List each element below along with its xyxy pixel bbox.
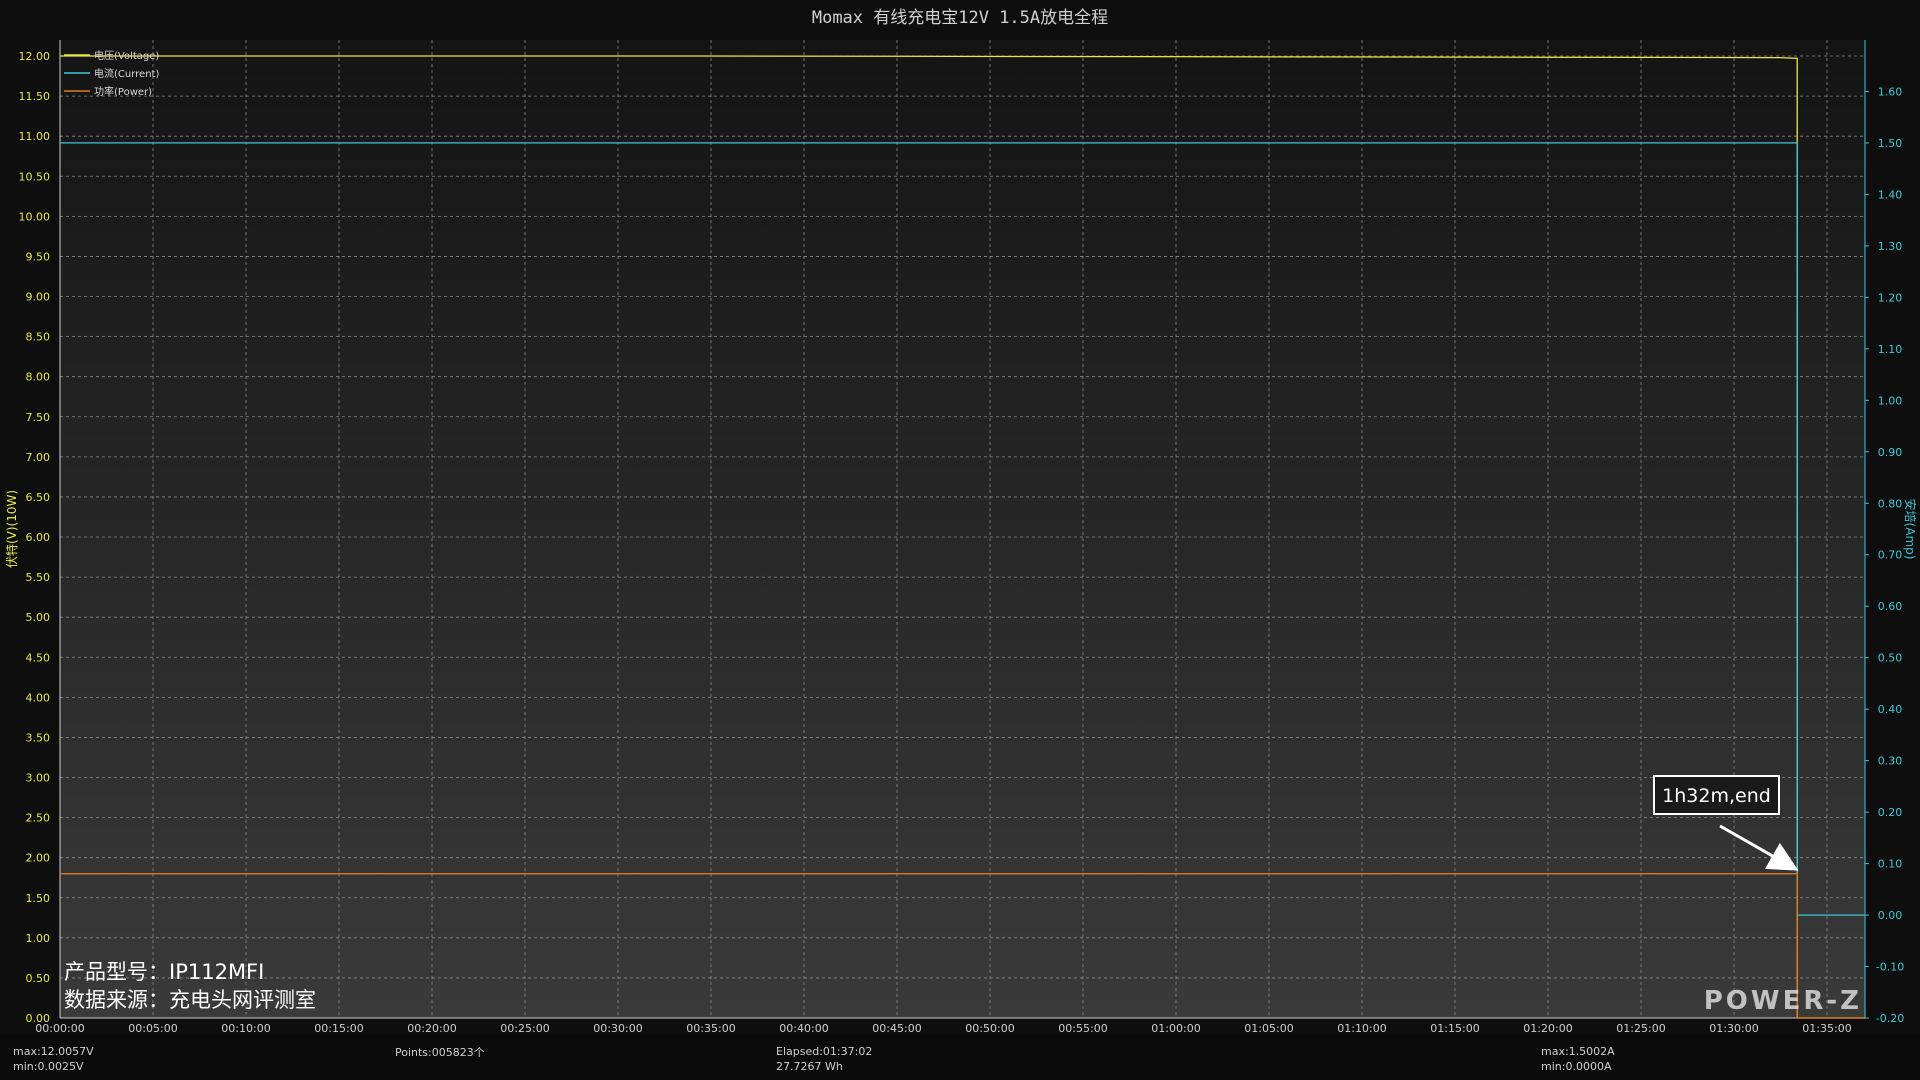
y-tick-label-left: 4.50 [26, 651, 51, 664]
legend-label: 功率(Power) [94, 85, 152, 98]
y-tick-label-right: 1.40 [1878, 188, 1903, 201]
plot-background [60, 40, 1865, 1018]
y-tick-label-left: 3.50 [26, 731, 51, 744]
right-axis-label: 安培(Amp) [1903, 499, 1918, 560]
y-tick-label-right: 1.10 [1878, 343, 1903, 356]
y-tick-label-right: 0.30 [1878, 755, 1903, 768]
points-count: Points:005823个 [395, 1046, 485, 1059]
y-tick-label-left: 9.50 [26, 250, 51, 263]
chart-svg: Momax 有线充电宝12V 1.5A放电全程 00:00:00 00:05:00… [4, 8, 1918, 1035]
y-tick-label-right: 0.50 [1878, 652, 1903, 665]
y-tick-label-left: 9.00 [26, 291, 51, 304]
y-tick-label-left: 1.00 [26, 932, 51, 945]
x-tick-label: 01:10:00 [1337, 1022, 1386, 1035]
voltage-max: max:12.0057V [13, 1045, 94, 1058]
y-tick-label-right: -0.10 [1876, 961, 1904, 974]
y-tick-label-left: 11.00 [19, 130, 51, 143]
y-tick-label-left: 7.50 [26, 411, 51, 424]
x-tick-label: 00:50:00 [965, 1022, 1014, 1035]
y-tick-label-right: 1.30 [1878, 240, 1903, 253]
x-tick-label: 00:15:00 [314, 1022, 363, 1035]
y-tick-label-right: 0.90 [1878, 446, 1903, 459]
y-tick-label-right: 0.60 [1878, 600, 1903, 613]
y-tick-label-left: 6.00 [26, 531, 51, 544]
data-source: 数据来源：充电头网评测室 [64, 988, 316, 1012]
x-tick-label: 00:25:00 [500, 1022, 549, 1035]
y-tick-label-left: 1.50 [26, 892, 51, 905]
y-tick-label-left: 10.50 [19, 170, 51, 183]
x-tick-label: 00:05:00 [128, 1022, 177, 1035]
x-tick-label: 01:15:00 [1430, 1022, 1479, 1035]
y-tick-label-right: 0.20 [1878, 806, 1903, 819]
product-model: 产品型号：IP112MFI [64, 960, 265, 984]
chart-title: Momax 有线充电宝12V 1.5A放电全程 [812, 8, 1108, 28]
y-tick-label-left: 7.00 [26, 451, 51, 464]
x-tick-label: 00:20:00 [407, 1022, 456, 1035]
y-tick-label-left: 8.50 [26, 331, 51, 344]
y-tick-label-right: 1.50 [1878, 137, 1903, 150]
legend-label: 电压(Voltage) [94, 49, 159, 62]
current-min: min:0.0000A [1541, 1060, 1612, 1073]
y-tick-label-left: 3.00 [26, 772, 51, 785]
y-tick-label-right: 1.00 [1878, 394, 1903, 407]
brand-logo: POWER-Z [1703, 986, 1862, 1016]
elapsed-time: Elapsed:01:37:02 [776, 1045, 873, 1058]
y-tick-label-left: 4.00 [26, 691, 51, 704]
y-tick-label-left: 6.50 [26, 491, 51, 504]
x-tick-label: 00:45:00 [872, 1022, 921, 1035]
y-tick-label-right: 0.00 [1878, 909, 1903, 922]
y-tick-label-left: 2.50 [26, 812, 51, 825]
x-tick-label: 00:40:00 [779, 1022, 828, 1035]
y-tick-label-left: 12.00 [19, 50, 51, 63]
y-tick-label-right: 1.20 [1878, 291, 1903, 304]
x-tick-label: 01:20:00 [1523, 1022, 1572, 1035]
legend-label: 电流(Current) [94, 67, 159, 80]
chart-root: Momax 有线充电宝12V 1.5A放电全程 00:00:00 00:05:00… [0, 0, 1920, 1080]
y-tick-label-right: 0.40 [1878, 703, 1903, 716]
x-tick-label: 00:35:00 [686, 1022, 735, 1035]
y-tick-label-left: 0.00 [26, 1012, 51, 1025]
y-tick-label-left: 5.00 [26, 611, 51, 624]
y-tick-label-left: 11.50 [19, 90, 51, 103]
y-tick-label-right: 0.70 [1878, 549, 1903, 562]
current-max: max:1.5002A [1541, 1045, 1615, 1058]
y-tick-label-left: 8.00 [26, 371, 51, 384]
x-tick-label: 00:55:00 [1058, 1022, 1107, 1035]
energy-total: 27.7267 Wh [776, 1060, 843, 1073]
x-tick-label: 00:30:00 [593, 1022, 642, 1035]
x-tick-label: 01:00:00 [1151, 1022, 1200, 1035]
y-tick-label-left: 2.00 [26, 852, 51, 865]
y-tick-label-left: 10.00 [19, 210, 51, 223]
y-tick-label-right: 0.80 [1878, 497, 1903, 510]
y-tick-label-right: -0.20 [1876, 1012, 1904, 1025]
x-tick-label: 01:35:00 [1802, 1022, 1851, 1035]
stats-bar: max:12.0057V min:0.0025V Points:005823个 … [0, 1035, 1920, 1080]
y-tick-label-right: 0.10 [1878, 858, 1903, 871]
x-tick-label: 01:25:00 [1616, 1022, 1665, 1035]
x-tick-label: 00:10:00 [221, 1022, 270, 1035]
y-tick-label-right: 1.60 [1878, 85, 1903, 98]
annotation-label: 1h32m,end [1662, 785, 1771, 807]
x-tick-label: 01:30:00 [1709, 1022, 1758, 1035]
y-tick-label-left: 5.50 [26, 571, 51, 584]
watermark-text: 产品型号：IP112MFI 数据来源：充电头网评测室 [64, 958, 316, 1014]
left-axis-label: 伏特(V)(10W) [4, 490, 19, 568]
y-tick-label-left: 0.50 [26, 972, 51, 985]
x-tick-label: 01:05:00 [1244, 1022, 1293, 1035]
voltage-min: min:0.0025V [13, 1060, 84, 1073]
